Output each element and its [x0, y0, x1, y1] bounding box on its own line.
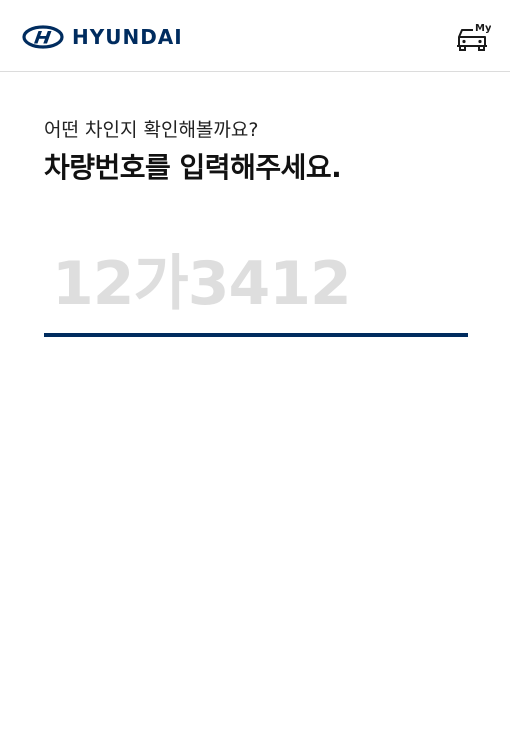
- plate-number-input[interactable]: [44, 236, 468, 332]
- hyundai-logo[interactable]: HYUNDAI: [22, 24, 183, 50]
- input-underline: [44, 333, 468, 337]
- intro-subtitle: 어떤 차인지 확인해볼까요?: [44, 119, 259, 141]
- my-car-icon: My: [457, 23, 492, 51]
- app-root: HYUNDAI My 어떤 차인지 확인해볼까요? 차량번호를 입력해주세요.: [0, 0, 510, 731]
- my-car-button[interactable]: My: [455, 20, 492, 54]
- plate-number-field: [44, 236, 468, 340]
- my-car-label: My: [475, 23, 491, 34]
- intro-section: 어떤 차인지 확인해볼까요? 차량번호를 입력해주세요.: [44, 116, 468, 188]
- brand-wordmark: HYUNDAI: [72, 25, 183, 49]
- top-header: HYUNDAI My: [0, 0, 510, 72]
- page-title: 차량번호를 입력해주세요.: [44, 151, 342, 184]
- hyundai-logo-icon: [22, 25, 64, 49]
